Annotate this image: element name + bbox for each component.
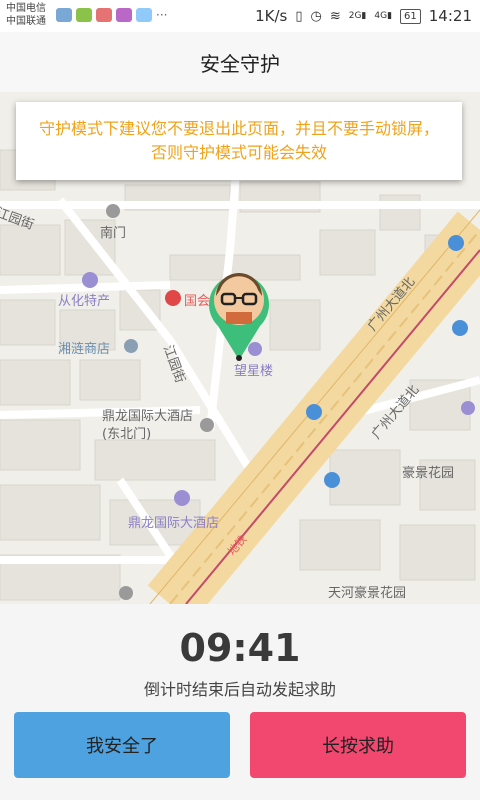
map-label-tianhe-hao-jing: 天河豪景花园 (328, 586, 407, 601)
map-label-wang-xing: 望星楼 (234, 364, 274, 379)
i-am-safe-button[interactable]: 我安全了 (14, 712, 230, 778)
map-label-nan-men: 南门 (100, 226, 127, 241)
countdown-timer: 09:41 (179, 626, 301, 670)
location-pin-avatar[interactable] (206, 266, 272, 362)
clock: 14:21 (428, 7, 472, 25)
app-icon (116, 8, 132, 22)
vibrate-icon: ▯ (295, 8, 303, 24)
wifi-icon: ≋ (329, 8, 341, 24)
wechat-icon (76, 8, 92, 22)
guard-mode-tip: 守护模式下建议您不要退出此页面，并且不要手动锁屏，否则守护模式可能会失效 (16, 102, 462, 180)
message-icon (56, 8, 72, 22)
signal-1-icon: 2G▮ (348, 11, 367, 21)
carrier-2: 中国联通 (6, 16, 46, 27)
net-speed: 1K/s (255, 7, 288, 25)
map-label-hao-jing: 豪景花园 (402, 466, 455, 481)
bottom-panel: 09:41 倒计时结束后自动发起求助 我安全了 长按求助 (0, 604, 480, 800)
app-bar: 安全守护 (0, 32, 480, 93)
signal-2-icon: 4G▮ (374, 11, 393, 21)
carrier-1: 中国电信 (6, 3, 46, 14)
news-icon (96, 8, 112, 22)
map-label-ding-long: 鼎龙国际大酒店 (128, 516, 220, 531)
battery-icon: 61 (400, 8, 421, 24)
long-press-help-button[interactable]: 长按求助 (250, 712, 466, 778)
notification-icons: ··· (56, 8, 167, 22)
carrier-info: 中国电信 中国联通 (6, 2, 46, 28)
countdown-hint: 倒计时结束后自动发起求助 (143, 680, 336, 699)
page-title: 安全守护 (200, 51, 280, 76)
map-label-ding-long-ne: 鼎龙国际大酒店(东北门) (102, 409, 194, 442)
alarm-icon: ◷ (310, 8, 322, 24)
status-right: 1K/s ▯ ◷ ≋ 2G▮ 4G▮ 61 14:21 (255, 7, 472, 25)
status-bar: 中国电信 中国联通 ··· 1K/s ▯ ◷ ≋ 2G▮ 4G▮ 61 14:2… (0, 0, 480, 32)
more-icon: ··· (156, 8, 168, 22)
map-label-cong-hua: 从化特产 (58, 294, 111, 309)
lock-icon (136, 8, 152, 22)
map-label-xiang-lian: 湘涟商店 (58, 342, 111, 357)
